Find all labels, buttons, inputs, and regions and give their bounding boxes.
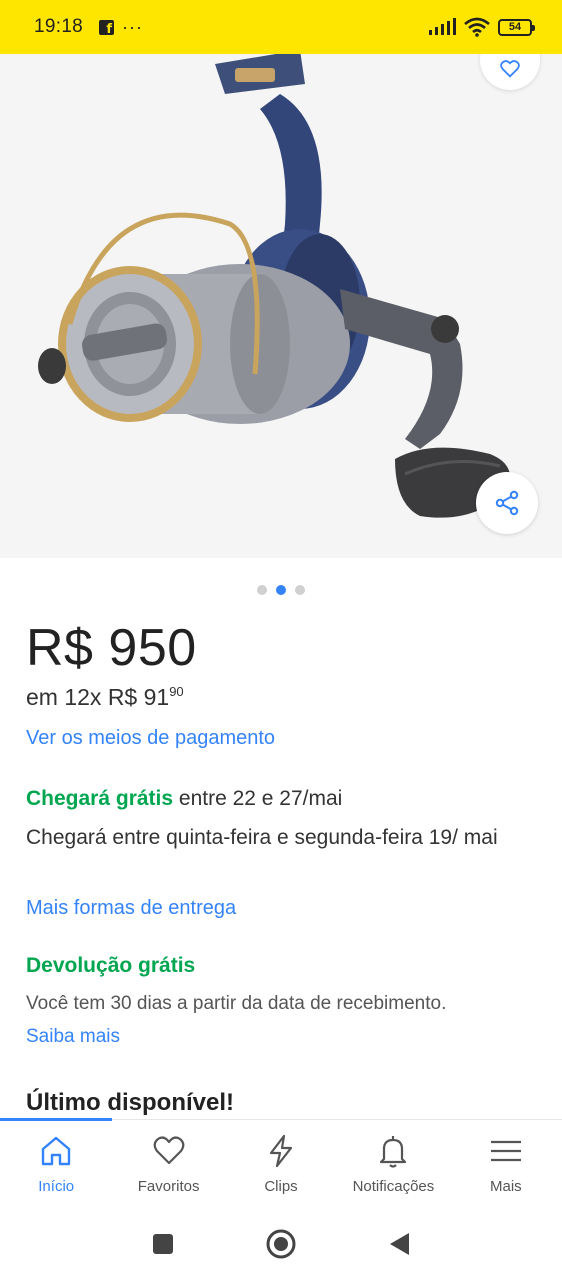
product-image: [38, 54, 510, 518]
free-return-title: Devolução grátis: [26, 954, 196, 977]
installments-cents: 90: [169, 684, 184, 699]
nav-item-clips[interactable]: Clips: [225, 1120, 337, 1207]
back-icon[interactable]: [387, 1231, 411, 1257]
product-gallery[interactable]: [0, 54, 562, 558]
system-navigation-bar: [0, 1207, 562, 1280]
learn-more-link[interactable]: Saiba mais: [26, 1026, 120, 1048]
nav-label: Favoritos: [137, 1178, 200, 1195]
nav-item-inicio[interactable]: Início: [0, 1120, 112, 1207]
active-tab-indicator: [0, 1118, 112, 1121]
gallery-pagination: [0, 585, 562, 595]
wifi-icon: [464, 17, 490, 37]
stock-status: Último disponível!: [26, 1089, 235, 1116]
share-icon: [495, 490, 519, 516]
battery-icon: 54: [498, 18, 535, 36]
shipping-summary: Chegará grátis entre 22 e 27/mai: [26, 787, 342, 811]
nav-label: Clips: [264, 1178, 298, 1195]
gallery-dot[interactable]: [257, 585, 267, 595]
heart-icon: [500, 60, 520, 78]
bell-icon: [380, 1136, 407, 1168]
installments-info: em 12x R$ 9190: [26, 684, 184, 711]
menu-icon: [490, 1140, 521, 1162]
product-price: R$ 950: [26, 619, 197, 677]
nav-label: Mais: [489, 1178, 522, 1195]
more-notifications-indicator: ···: [122, 17, 144, 37]
nav-label: Início: [38, 1178, 75, 1195]
gallery-dot[interactable]: [295, 585, 305, 595]
payment-methods-link[interactable]: Ver os meios de pagamento: [26, 727, 275, 750]
share-button[interactable]: [476, 472, 538, 534]
nav-item-mais[interactable]: Mais: [450, 1120, 562, 1207]
installments-amount: em 12x R$ 91: [26, 684, 170, 710]
nav-item-notificacoes[interactable]: Notificações: [337, 1120, 449, 1207]
nav-item-favoritos[interactable]: Favoritos: [112, 1120, 224, 1207]
shipping-date-range: entre 22 e 27/mai: [173, 787, 343, 810]
facebook-notification-icon: f: [99, 19, 115, 36]
nav-label: Notificações: [352, 1178, 435, 1195]
bottom-navigation: Início Favoritos Clips Notificações Mais: [0, 1118, 562, 1207]
lightning-icon: [269, 1134, 293, 1168]
heart-icon: [153, 1136, 184, 1165]
free-return-text: Você tem 30 dias a partir da data de rec…: [26, 993, 447, 1014]
shipping-detail: Chegará entre quinta-feira e segunda-fei…: [26, 826, 498, 849]
gallery-dot-active[interactable]: [276, 585, 286, 595]
status-bar: 19:18 f ··· 54: [0, 0, 562, 54]
recent-apps-icon[interactable]: [151, 1232, 175, 1256]
home-circle-icon[interactable]: [265, 1228, 297, 1260]
status-time: 19:18: [34, 16, 84, 37]
signal-icon: [429, 18, 456, 35]
free-shipping-label: Chegará grátis: [26, 787, 174, 810]
home-icon: [42, 1136, 71, 1166]
more-shipping-options-link[interactable]: Mais formas de entrega: [26, 897, 236, 920]
